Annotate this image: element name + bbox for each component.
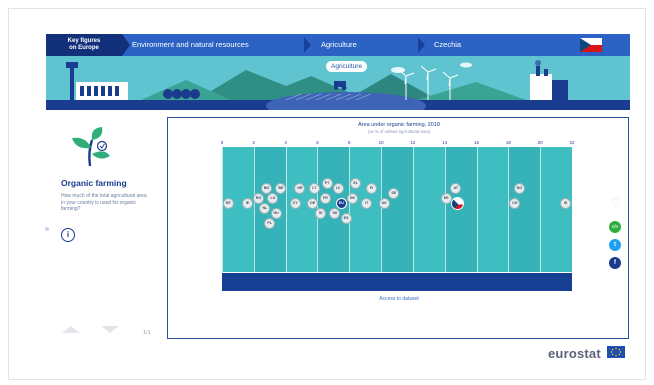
selected-country-marker-cz[interactable] <box>450 197 464 210</box>
x-gridline <box>412 147 414 272</box>
page-indicator: 1/1 <box>143 330 151 336</box>
plot-footer-bar <box>222 273 572 291</box>
country-marker-hu[interactable]: HU <box>270 208 282 219</box>
topic-title: Organic farming <box>61 178 127 188</box>
country-marker-dk[interactable]: DK <box>346 193 358 204</box>
x-gridline <box>508 147 510 272</box>
czech-flag-icon[interactable] <box>580 38 602 52</box>
x-tick-label: 20 <box>537 140 543 145</box>
x-tick-label: 6 <box>316 140 319 145</box>
country-marker-lv[interactable]: LV <box>332 183 344 194</box>
plot-band <box>349 147 382 272</box>
breadcrumb-separator-icon <box>304 37 311 53</box>
country-marker-mt[interactable]: MT <box>222 198 234 209</box>
topic-description: How much of the total agricultural area … <box>61 193 147 212</box>
country-marker-ie[interactable]: IE <box>241 198 253 209</box>
x-gridline <box>381 147 383 272</box>
x-gridline <box>222 147 223 272</box>
country-marker-fr[interactable]: FR <box>319 193 331 204</box>
chart-panel: Area under organic farming, 2018 (as % o… <box>167 117 629 339</box>
country-marker-ee[interactable]: EE <box>440 193 452 204</box>
key-figures-logo[interactable]: Key figures on Europe <box>46 34 130 56</box>
country-marker-no[interactable]: NO <box>514 183 525 194</box>
scatter-plot-area[interactable]: xx EUMTIERONLBGPLLUHUBECYHRDELTSIFRPTSKL… <box>222 147 572 272</box>
plot-band <box>444 147 477 272</box>
breadcrumb: Key figures on Europe Environment and na… <box>46 34 630 56</box>
x-tick-label: 22 <box>569 140 575 145</box>
chart-subtitle: (as % of utilised agricultural area) <box>367 129 431 134</box>
plot-band <box>476 147 509 272</box>
x-gridline <box>444 147 446 272</box>
previous-arrow-icon[interactable] <box>62 326 80 333</box>
plot-band <box>381 147 413 272</box>
country-marker-lt[interactable]: LT <box>308 183 320 194</box>
chart-title: Area under organic farming, 2018 <box>358 122 440 128</box>
x-gridline <box>253 147 255 272</box>
x-tick-label: 2 <box>252 140 256 145</box>
info-icon[interactable]: i <box>61 228 75 242</box>
slide-indicator-dot[interactable] <box>45 227 49 231</box>
plot-band <box>508 147 541 272</box>
breadcrumb-item-country[interactable]: Czechia <box>434 34 461 56</box>
breadcrumb-item-agriculture[interactable]: Agriculture <box>321 34 357 56</box>
plot-band <box>285 147 318 272</box>
x-gridline <box>476 147 478 272</box>
logo-line-1: Key figures <box>67 38 101 44</box>
plot-band <box>412 147 445 272</box>
x-tick-label: 10 <box>378 140 384 145</box>
eu-flag-logo-icon <box>607 346 625 358</box>
x-gridline <box>285 147 287 272</box>
eurostat-logo-text: eurostat <box>548 346 601 361</box>
country-marker-cy[interactable]: CY <box>289 198 301 209</box>
x-tick-label: 18 <box>505 140 511 145</box>
organic-plant-icon <box>72 127 110 167</box>
x-gridline <box>349 147 351 272</box>
x-tick-label: 16 <box>474 140 480 145</box>
embed-code-icon[interactable]: </> <box>609 221 621 233</box>
logo-line-2: on Europe <box>69 45 99 51</box>
like-heart-icon[interactable]: ♡ <box>609 197 621 209</box>
country-marker-es[interactable]: ES <box>340 213 352 224</box>
country-marker-fi[interactable]: FI <box>366 183 378 194</box>
agriculture-banner: Agriculture <box>46 56 630 110</box>
facebook-icon[interactable]: f <box>609 257 621 269</box>
x-tick-label: 4 <box>284 140 287 145</box>
country-marker-uk[interactable]: UK <box>378 198 390 209</box>
x-tick-label: 12 <box>410 140 416 145</box>
country-marker-pt[interactable]: PT <box>321 178 333 189</box>
twitter-icon[interactable]: t <box>609 239 621 251</box>
breadcrumb-separator-icon <box>418 37 425 53</box>
access-dataset-link[interactable]: Access to dataset <box>168 296 630 302</box>
plot-band <box>222 147 254 272</box>
x-tick-label: 14 <box>442 140 448 145</box>
country-marker-eu[interactable]: EU <box>335 198 347 209</box>
plot-band <box>540 147 572 272</box>
x-gridline <box>540 147 542 272</box>
breadcrumb-item-environment[interactable]: Environment and natural resources <box>132 34 249 56</box>
x-tick-label: 8 <box>348 140 351 145</box>
x-tick-label: 0 <box>220 140 224 145</box>
next-arrow-icon[interactable] <box>101 326 119 333</box>
banner-section-label: Agriculture <box>326 61 368 72</box>
